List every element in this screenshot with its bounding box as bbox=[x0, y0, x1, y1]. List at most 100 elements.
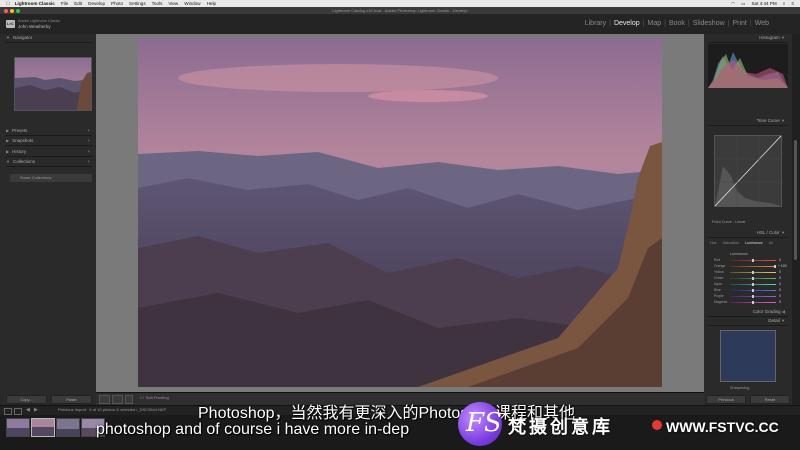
close-window-button[interactable] bbox=[4, 9, 8, 13]
hsl-value-orange[interactable]: + 100 bbox=[778, 264, 787, 268]
luminance-group-label: Luminance bbox=[730, 252, 748, 256]
point-curve-label[interactable]: Point Curve : Linear bbox=[712, 220, 746, 224]
wifi-icon[interactable]: ◠ bbox=[731, 1, 735, 7]
hsl-knob-magenta[interactable] bbox=[752, 301, 754, 304]
add-collection-icon[interactable]: + bbox=[87, 158, 90, 166]
soft-proofing-toggle[interactable]: ☐ Soft Proofing bbox=[140, 395, 169, 400]
hsl-label-red: Red bbox=[714, 258, 721, 262]
module-library[interactable]: Library bbox=[582, 20, 609, 27]
zoom-window-button[interactable] bbox=[16, 9, 20, 13]
history-header[interactable]: ▶ History × bbox=[6, 148, 92, 157]
presets-header[interactable]: ▶ Presets + bbox=[6, 127, 92, 136]
identity-plate: Adobe Lightroom Classic John Weatherby bbox=[18, 19, 60, 29]
hsl-tab-all[interactable]: All bbox=[769, 241, 773, 245]
watermark-url: WWW.FSTVC.CC bbox=[666, 419, 779, 435]
forward-arrow-icon[interactable]: ▶ bbox=[34, 407, 38, 413]
hsl-label-orange: Orange bbox=[714, 264, 726, 268]
histogram bbox=[708, 44, 788, 88]
module-book[interactable]: Book bbox=[666, 20, 688, 27]
module-slideshow[interactable]: Slideshow bbox=[690, 20, 728, 27]
hsl-knob-aqua[interactable] bbox=[752, 283, 754, 286]
hsl-slider-orange[interactable] bbox=[730, 266, 776, 267]
hsl-knob-blue[interactable] bbox=[752, 289, 754, 292]
main-photo[interactable] bbox=[138, 38, 662, 387]
tone-curve-graph[interactable] bbox=[714, 135, 782, 207]
snapshots-header[interactable]: ▶ Snapshots + bbox=[6, 137, 92, 146]
module-map[interactable]: Map bbox=[644, 20, 664, 27]
battery-icon[interactable]: ▭ bbox=[741, 1, 745, 7]
search-icon[interactable]: ⌕ bbox=[783, 1, 786, 7]
hsl-value-purple[interactable]: 0 bbox=[779, 294, 781, 298]
menu-app[interactable]: Lightroom Classic bbox=[15, 1, 55, 6]
minimize-window-button[interactable] bbox=[10, 9, 14, 13]
module-print[interactable]: Print bbox=[729, 20, 749, 27]
navigator-header[interactable]: ▼ Navigator bbox=[6, 34, 92, 43]
hsl-header[interactable]: HSL / Color ▼ bbox=[708, 229, 788, 238]
menubar-clock[interactable]: Sat 4:44 PM bbox=[751, 1, 776, 7]
paste-button[interactable]: Paste bbox=[51, 395, 92, 404]
hsl-knob-red[interactable] bbox=[752, 259, 754, 262]
histogram-header[interactable]: Histogram ▼ bbox=[708, 34, 788, 43]
scrollbar-thumb[interactable] bbox=[794, 140, 797, 260]
tone-curve-header[interactable]: Tone Curve ▼ bbox=[708, 117, 788, 126]
clear-history-icon[interactable]: × bbox=[87, 148, 90, 156]
menu-help[interactable]: Help bbox=[207, 1, 216, 6]
menu-photo[interactable]: Photo bbox=[111, 1, 123, 6]
menu-settings[interactable]: Settings bbox=[129, 1, 146, 6]
color-grading-header[interactable]: Color Grading ◀ bbox=[708, 308, 788, 317]
thumbnail-image bbox=[32, 419, 54, 436]
apple-icon[interactable]:  bbox=[6, 1, 10, 7]
module-web[interactable]: Web bbox=[752, 20, 772, 27]
menu-window[interactable]: Window bbox=[184, 1, 200, 6]
menu-file[interactable]: File bbox=[61, 1, 68, 6]
menu-view[interactable]: View bbox=[168, 1, 178, 6]
hsl-label-yellow: Yellow bbox=[714, 270, 724, 274]
checkbox-icon[interactable]: ☐ bbox=[140, 395, 144, 400]
module-develop[interactable]: Develop bbox=[611, 20, 643, 27]
hsl-knob-green[interactable] bbox=[752, 277, 754, 280]
hsl-knob-yellow[interactable] bbox=[752, 271, 754, 274]
hsl-value-green[interactable]: 0 bbox=[779, 276, 781, 280]
tone-curve-plot bbox=[714, 135, 782, 207]
menu-tools[interactable]: Tools bbox=[152, 1, 163, 6]
hsl-knob-orange[interactable] bbox=[774, 265, 776, 268]
watermark-site-name: 梵摄创意库 bbox=[508, 417, 613, 437]
filmstrip-thumbnail[interactable] bbox=[56, 418, 80, 437]
hsl-knob-purple[interactable] bbox=[752, 295, 754, 298]
hsl-value-aqua[interactable]: 0 bbox=[779, 282, 781, 286]
menu-list-icon[interactable]: ≡ bbox=[791, 1, 794, 7]
hsl-value-yellow[interactable]: 0 bbox=[779, 270, 781, 274]
hsl-tab-hue[interactable]: Hue bbox=[710, 241, 717, 245]
filmstrip-thumbnail[interactable] bbox=[6, 418, 30, 437]
collections-header[interactable]: ▼ Collections + bbox=[6, 158, 92, 167]
hsl-label-aqua: Aqua bbox=[714, 282, 722, 286]
hsl-label-green: Green bbox=[714, 276, 724, 280]
add-snapshot-icon[interactable]: + bbox=[87, 137, 90, 145]
add-preset-icon[interactable]: + bbox=[87, 127, 90, 135]
collection-item[interactable]: Smart Collections bbox=[10, 174, 92, 182]
grid-view-icon[interactable] bbox=[4, 408, 12, 415]
hsl-value-blue[interactable]: 0 bbox=[779, 288, 781, 292]
filmstrip-thumbnail-selected[interactable] bbox=[31, 418, 55, 437]
detail-preview[interactable] bbox=[720, 330, 776, 382]
back-arrow-icon[interactable]: ◀ bbox=[26, 407, 30, 413]
copy-button[interactable]: Copy... bbox=[6, 395, 47, 404]
menu-develop[interactable]: Develop bbox=[88, 1, 105, 6]
hsl-value-magenta[interactable]: 0 bbox=[779, 300, 781, 304]
reset-button[interactable]: Reset bbox=[750, 395, 790, 404]
previous-button[interactable]: Previous bbox=[706, 395, 746, 404]
hsl-tab-saturation[interactable]: Saturation bbox=[723, 241, 739, 245]
loupe-view-icon[interactable] bbox=[99, 395, 110, 404]
secondary-display-icon[interactable] bbox=[14, 408, 22, 415]
filmstrip-source[interactable]: Previous Import bbox=[58, 407, 86, 412]
before-after-icon[interactable] bbox=[112, 395, 123, 404]
before-after-dropdown-icon[interactable] bbox=[125, 395, 133, 404]
module-picker: Library | Develop | Map | Book | Slideshow | … bbox=[582, 20, 772, 27]
collapse-icon: ▼ bbox=[6, 35, 10, 40]
hsl-tab-luminance[interactable]: Luminance bbox=[745, 241, 763, 245]
navigator-preview[interactable] bbox=[14, 57, 92, 111]
menu-edit[interactable]: Edit bbox=[74, 1, 82, 6]
detail-header[interactable]: Detail ▼ bbox=[708, 317, 788, 326]
hsl-value-red[interactable]: 0 bbox=[779, 258, 781, 262]
thumbnail-image bbox=[57, 419, 79, 436]
